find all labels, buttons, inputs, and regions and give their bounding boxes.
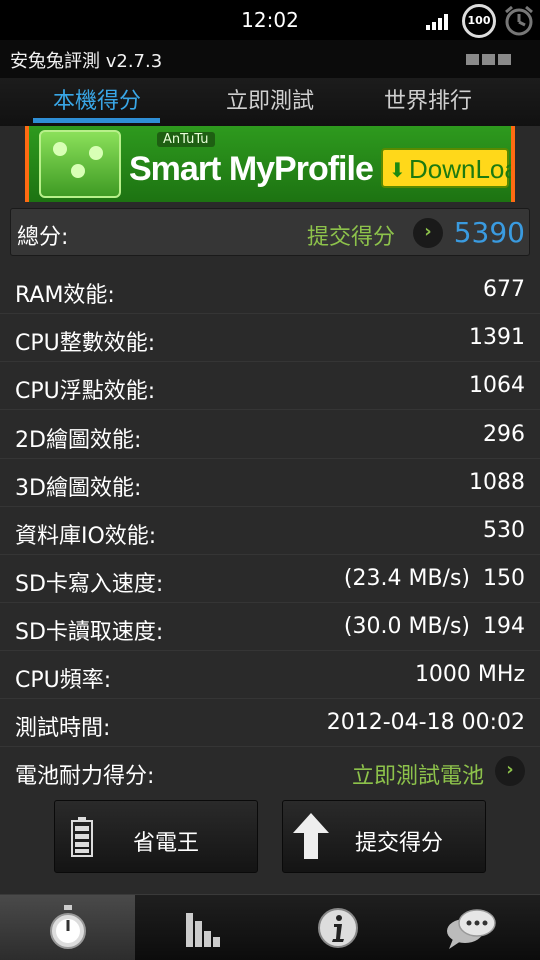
result-row: 2D繪圖效能: 296 bbox=[0, 411, 540, 459]
total-score: 5390 bbox=[453, 216, 525, 249]
result-label: 2D繪圖效能: bbox=[15, 428, 142, 453]
action-bar: 省電王 提交得分 bbox=[0, 790, 540, 894]
total-score-row: 總分: 提交得分 › 5390 bbox=[10, 208, 530, 256]
result-label: SD卡讀取速度: bbox=[15, 620, 164, 645]
tab-test-now[interactable]: 立即測試 bbox=[180, 83, 360, 115]
battery-level: 100 bbox=[467, 14, 491, 27]
nav-stopwatch[interactable] bbox=[0, 895, 135, 960]
banner-logo-icon bbox=[39, 130, 121, 198]
result-row: CPU頻率: 1000 MHz bbox=[0, 651, 540, 699]
result-label: 電池耐力得分: bbox=[15, 764, 155, 789]
result-label: CPU整數效能: bbox=[15, 331, 156, 356]
result-label: CPU頻率: bbox=[15, 668, 112, 693]
result-row: CPU浮點效能: 1064 bbox=[0, 362, 540, 410]
result-value: 194 bbox=[483, 614, 525, 639]
app-title: 安兔兔評測 v2.7.3 bbox=[10, 51, 163, 72]
signal-icon bbox=[426, 14, 448, 30]
banner-download-label: DownLoad bbox=[409, 154, 511, 184]
result-value: 1088 bbox=[469, 470, 525, 495]
result-value: 530 bbox=[483, 518, 525, 543]
upload-arrow-icon bbox=[293, 813, 329, 859]
nav-comments[interactable] bbox=[405, 895, 540, 960]
result-value: 1000 MHz bbox=[414, 662, 525, 687]
result-value: 2012-04-18 00:02 bbox=[326, 710, 525, 735]
status-bar: 12:02 100 bbox=[0, 0, 540, 40]
battery-test-chevron-icon[interactable]: › bbox=[495, 756, 525, 786]
battery-icon: 100 bbox=[462, 4, 496, 38]
banner-title: Smart MyProfile bbox=[129, 150, 374, 188]
status-clock: 12:02 bbox=[241, 8, 299, 32]
info-icon bbox=[318, 908, 358, 948]
tab-my-score[interactable]: 本機得分 bbox=[7, 83, 187, 115]
bottom-navigation bbox=[0, 894, 540, 960]
result-row: CPU整數效能: 1391 bbox=[0, 314, 540, 362]
battery-gauge-icon bbox=[71, 817, 93, 857]
overflow-menu-icon[interactable] bbox=[466, 54, 511, 65]
result-value: 1391 bbox=[469, 325, 525, 350]
result-row: SD卡寫入速度: (23.4 MB/s) 150 bbox=[0, 555, 540, 603]
result-speed: (23.4 MB/s) bbox=[343, 566, 470, 591]
stopwatch-icon bbox=[50, 905, 86, 949]
result-speed: (30.0 MB/s) bbox=[343, 614, 470, 639]
battery-test-row: 電池耐力得分: 立即測試電池 › bbox=[0, 747, 540, 795]
result-label: SD卡寫入速度: bbox=[15, 572, 164, 597]
tab-bar: 本機得分 立即測試 世界排行 bbox=[0, 78, 540, 126]
score-panel: AnTuTu Smart MyProfile ⬇ DownLoad 總分: 提交… bbox=[0, 126, 540, 790]
active-tab-indicator bbox=[33, 118, 160, 123]
chat-bubble-icon bbox=[447, 909, 496, 949]
nav-ranking[interactable] bbox=[135, 895, 270, 960]
banner-download-button[interactable]: ⬇ DownLoad bbox=[381, 148, 511, 188]
result-row: 3D繪圖效能: 1088 bbox=[0, 459, 540, 507]
power-saver-label: 省電王 bbox=[133, 831, 200, 856]
result-label: 測試時間: bbox=[15, 716, 111, 741]
result-label: 3D繪圖效能: bbox=[15, 476, 142, 501]
ad-banner[interactable]: AnTuTu Smart MyProfile ⬇ DownLoad bbox=[25, 126, 515, 202]
result-value: 296 bbox=[483, 422, 525, 447]
result-value: 1064 bbox=[469, 373, 525, 398]
nav-info[interactable] bbox=[270, 895, 405, 960]
battery-test-link[interactable]: 立即測試電池 bbox=[352, 758, 484, 790]
alarm-icon bbox=[505, 5, 533, 36]
result-value: 677 bbox=[483, 277, 525, 302]
submit-score-label: 提交得分 bbox=[355, 831, 444, 856]
result-row: 測試時間: 2012-04-18 00:02 bbox=[0, 699, 540, 747]
bar-chart-icon bbox=[186, 913, 220, 947]
result-label: 資料庫IO效能: bbox=[15, 524, 157, 549]
result-row: SD卡讀取速度: (30.0 MB/s) 194 bbox=[0, 603, 540, 651]
power-saver-button[interactable]: 省電王 bbox=[54, 800, 258, 873]
submit-score-button[interactable]: 提交得分 bbox=[282, 800, 486, 873]
title-bar: 安兔兔評測 v2.7.3 bbox=[0, 40, 540, 78]
result-label: RAM效能: bbox=[15, 283, 115, 308]
result-row: RAM效能: 677 bbox=[0, 266, 540, 314]
result-label: CPU浮點效能: bbox=[15, 379, 156, 404]
tab-world-ranking[interactable]: 世界排行 bbox=[338, 83, 518, 115]
total-label: 總分: bbox=[17, 225, 69, 250]
banner-brand: AnTuTu bbox=[157, 132, 215, 147]
result-row: 資料庫IO效能: 530 bbox=[0, 507, 540, 555]
submit-score-link[interactable]: 提交得分 bbox=[307, 219, 395, 251]
download-arrow-icon: ⬇ bbox=[389, 158, 406, 182]
result-value: 150 bbox=[483, 566, 525, 591]
